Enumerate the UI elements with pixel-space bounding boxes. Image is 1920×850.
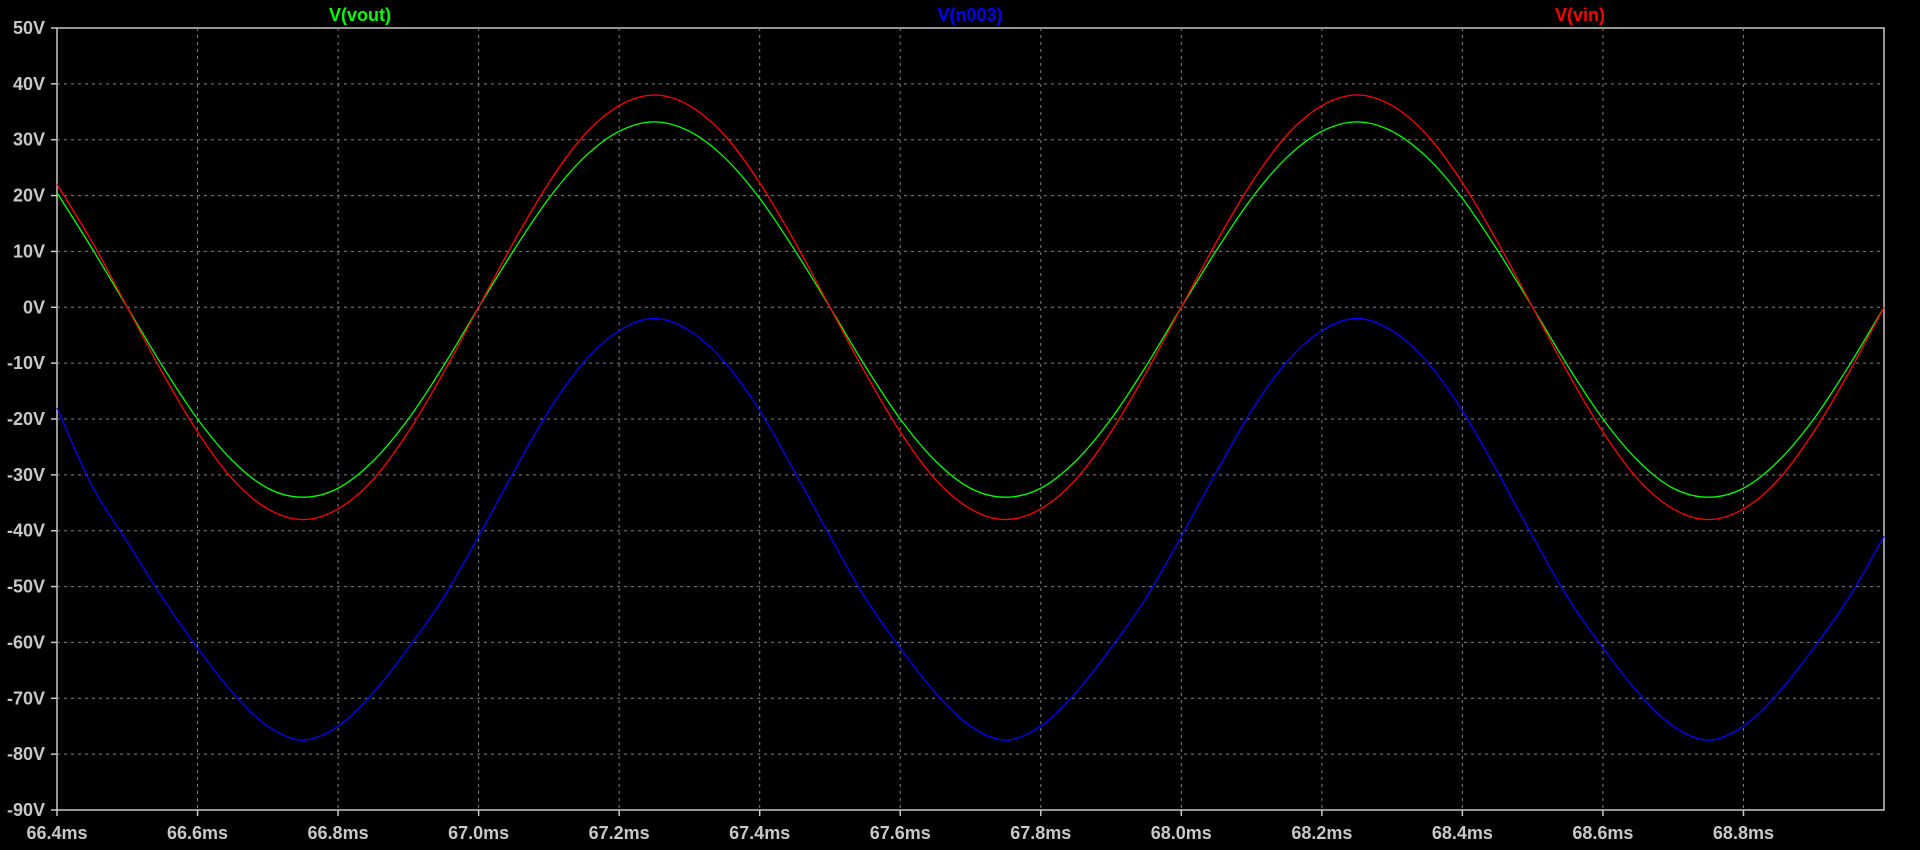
x-tick-label: 66.4ms	[26, 823, 87, 843]
y-tick-label: -70V	[7, 688, 45, 708]
y-tick-label: 20V	[13, 186, 45, 206]
legend-vout[interactable]: V(vout)	[329, 5, 391, 25]
legend: V(vout) V(n003) V(vin)	[329, 5, 1605, 25]
y-tick-label: -60V	[7, 632, 45, 652]
y-tick-label: 40V	[13, 74, 45, 94]
y-tick-label: -40V	[7, 521, 45, 541]
y-tick-label: 30V	[13, 130, 45, 150]
y-tick-label: 0V	[23, 297, 45, 317]
x-tick-label: 68.2ms	[1291, 823, 1352, 843]
y-tick-label: -20V	[7, 409, 45, 429]
y-tick-label: -30V	[7, 465, 45, 485]
y-tick-label: -50V	[7, 577, 45, 597]
x-tick-label: 67.6ms	[870, 823, 931, 843]
legend-vin[interactable]: V(vin)	[1555, 5, 1605, 25]
y-tick-label: 10V	[13, 241, 45, 261]
y-tick-label: -80V	[7, 744, 45, 764]
x-tick-label: 67.4ms	[729, 823, 790, 843]
y-tick-label: 50V	[13, 18, 45, 38]
y-tick-label: -10V	[7, 353, 45, 373]
legend-n003[interactable]: V(n003)	[937, 5, 1002, 25]
waveform-plot[interactable]: 66.4ms 66.6ms 66.8ms 67.0ms 67.2ms 67.4ms 67.6…	[0, 0, 1920, 850]
y-tick-label: -90V	[7, 800, 45, 820]
x-tick-label: 67.2ms	[589, 823, 650, 843]
x-tick-label: 67.8ms	[1010, 823, 1071, 843]
x-tick-label: 67.0ms	[448, 823, 509, 843]
x-tick-label: 68.0ms	[1151, 823, 1212, 843]
x-tick-label: 68.6ms	[1572, 823, 1633, 843]
x-tick-label: 68.4ms	[1432, 823, 1493, 843]
x-tick-label: 68.8ms	[1713, 823, 1774, 843]
x-tick-label: 66.8ms	[308, 823, 369, 843]
x-tick-label: 66.6ms	[167, 823, 228, 843]
